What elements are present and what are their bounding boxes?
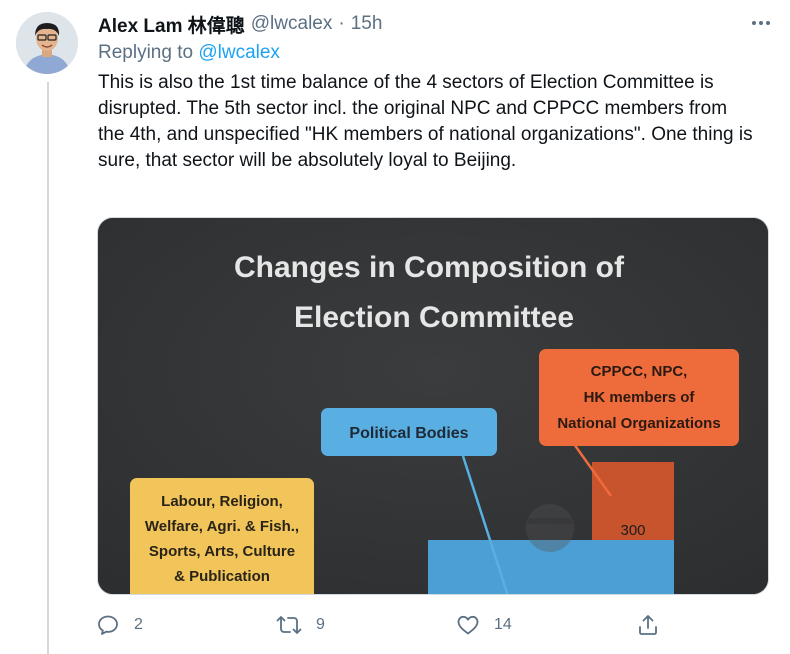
retweet-icon [276, 616, 302, 634]
avatar[interactable] [16, 12, 78, 74]
more-dots-icon [752, 21, 770, 25]
like-button[interactable]: 14 [456, 610, 512, 640]
cppcc-label-line1: CPPCC, NPC, [591, 363, 688, 380]
share-icon [639, 615, 657, 635]
infographic-title-line1: Changes in Composition of [234, 251, 625, 284]
replying-to: Replying to @lwcalex [98, 42, 280, 64]
replying-to-mention[interactable]: @lwcalex [198, 42, 280, 63]
retweet-button[interactable]: 9 [276, 610, 325, 640]
cppcc-label-line3: National Organizations [557, 415, 720, 432]
tweet-media-image[interactable]: Changes in Composition of Election Commi… [97, 217, 769, 595]
heart-icon [457, 615, 479, 635]
replying-prefix: Replying to [98, 42, 194, 63]
cppcc-bar-value: 300 [620, 522, 645, 539]
thread-connector-line [47, 82, 49, 654]
cppcc-label-line2: HK members of [584, 389, 696, 406]
reply-count: 2 [134, 616, 143, 633]
author-handle[interactable]: @lwcalex [251, 13, 333, 35]
labour-label-line1: Labour, Religion, [161, 493, 283, 510]
watermark [526, 504, 574, 552]
infographic-title-line2: Election Committee [294, 301, 574, 334]
author-name[interactable]: Alex Lam 林偉聰 [98, 11, 245, 38]
more-options-button[interactable] [750, 12, 772, 39]
infographic: Changes in Composition of Election Commi… [98, 218, 768, 594]
labour-label-line4: & Publication [174, 568, 270, 585]
tweet-header: Alex Lam 林偉聰 @lwcalex · 15h [98, 11, 383, 38]
share-button[interactable] [636, 610, 674, 640]
retweet-count: 9 [316, 616, 325, 633]
labour-label-line3: Sports, Arts, Culture [149, 543, 295, 560]
reply-button[interactable]: 2 [96, 610, 143, 640]
header-separator: · [338, 13, 345, 34]
political-bodies-label: Political Bodies [349, 425, 468, 442]
like-count: 14 [494, 616, 512, 633]
avatar-image [16, 12, 78, 74]
tweet-text: This is also the 1st time balance of the… [98, 72, 753, 171]
tweet-actions: 2 9 14 [96, 610, 676, 640]
labour-label-line2: Welfare, Agri. & Fish., [145, 518, 299, 535]
reply-icon [98, 615, 118, 635]
tweet-timestamp[interactable]: 15h [351, 13, 383, 35]
